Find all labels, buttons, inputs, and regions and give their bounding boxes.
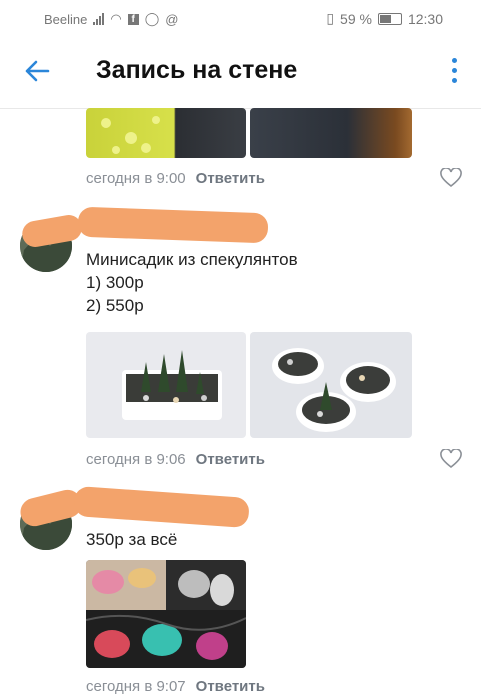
comment-meta: сегодня в 9:07 Ответить: [86, 678, 265, 695]
comment-time: сегодня в 9:00: [86, 170, 186, 187]
shoes-collage-photo: [86, 560, 246, 668]
comment-meta: сегодня в 9:06 Ответить: [86, 451, 265, 468]
status-bar: Beeline ◠ f ◯ @ ▯ 59 % 12:30: [0, 0, 481, 38]
attachment-photo[interactable]: [86, 332, 246, 438]
more-vertical-icon[interactable]: [451, 58, 459, 88]
comment-line: 1) 300р: [86, 273, 144, 292]
heart-icon[interactable]: [440, 449, 462, 469]
attachment-photo[interactable]: [86, 108, 246, 158]
page-title: Запись на стене: [96, 56, 298, 84]
at-icon: @: [165, 11, 179, 27]
comment-text: Минисадик из спекулянтов 1) 300р 2) 550р: [86, 248, 298, 317]
app-bar: Запись на стене: [0, 38, 481, 109]
battery-icon: [377, 12, 402, 25]
carrier-name: Beeline: [44, 11, 88, 27]
whatsapp-icon: ◯: [144, 11, 160, 26]
wifi-icon: ◠: [110, 11, 122, 26]
battery-percent: 59 %: [340, 10, 372, 27]
succulent-planter-photo: [122, 350, 222, 420]
comment-line: Минисадик из спекулянтов: [86, 250, 298, 269]
succulent-pots-photo: [272, 348, 396, 432]
attachment-photo[interactable]: [250, 108, 412, 158]
arrow-left-icon[interactable]: [22, 56, 52, 86]
comment-line: 350р за всё: [86, 530, 178, 549]
comment-time: сегодня в 9:07: [86, 678, 186, 695]
comment-text: 350р за всё: [86, 528, 177, 551]
heart-icon[interactable]: [440, 168, 462, 188]
reply-button[interactable]: Ответить: [196, 170, 265, 187]
comment-meta: сегодня в 9:00 Ответить: [86, 170, 265, 187]
comment-line: 2) 550р: [86, 296, 144, 315]
redaction-scribble: [73, 485, 250, 529]
facebook-icon: f: [127, 13, 139, 25]
redaction-scribble: [20, 212, 84, 250]
attachment-photo[interactable]: [86, 560, 246, 668]
signal-icon: [93, 13, 105, 25]
vibrate-icon: ▯: [326, 10, 335, 26]
reply-button[interactable]: Ответить: [196, 678, 265, 695]
attachment-photo[interactable]: [250, 332, 412, 438]
comment-time: сегодня в 9:06: [86, 451, 186, 468]
photo-texture: [101, 116, 160, 154]
clock: 12:30: [407, 10, 443, 27]
reply-button[interactable]: Ответить: [196, 451, 265, 468]
redaction-scribble: [77, 206, 269, 244]
